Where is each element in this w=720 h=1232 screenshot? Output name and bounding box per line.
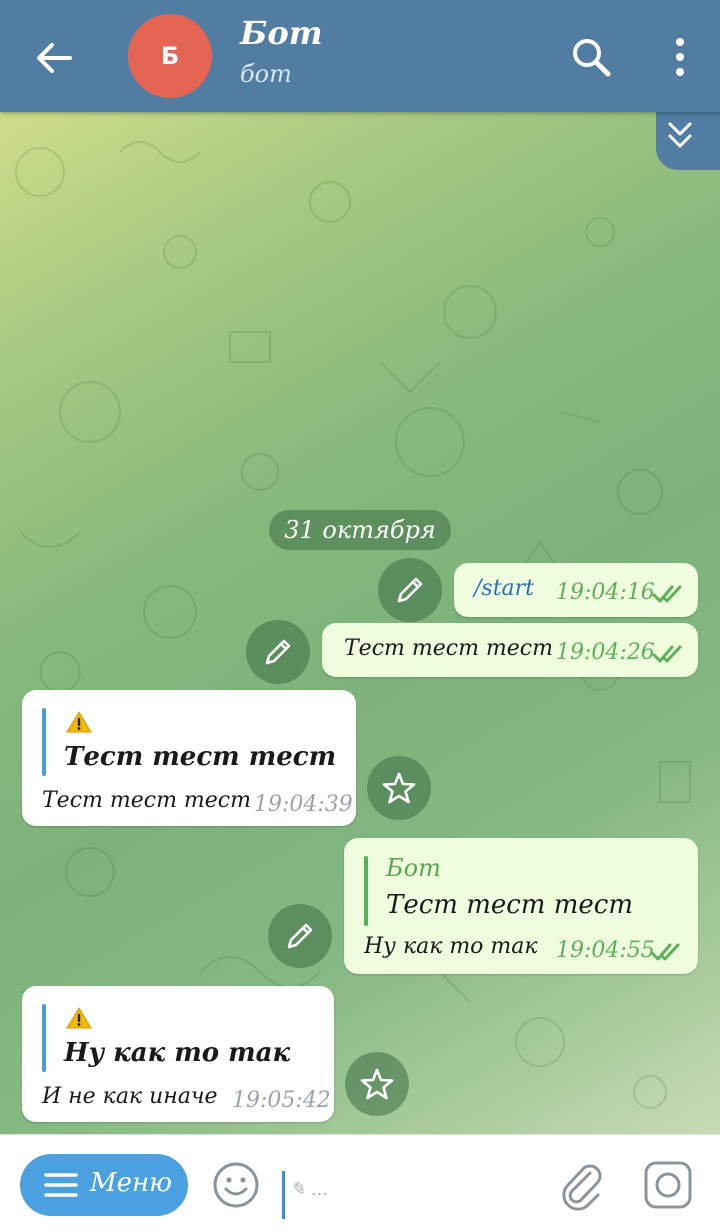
reply-bar	[364, 856, 368, 926]
message-bubble-in[interactable]: Ну как то так И не как иначе 19:05:42	[22, 986, 334, 1122]
message-text: И не как иначе	[42, 1084, 218, 1109]
chat-subtitle: бот	[240, 60, 292, 88]
scroll-down-button[interactable]	[656, 112, 720, 170]
message-input[interactable]: ✎ ...	[290, 1179, 328, 1200]
quote-title: Ну как то так	[64, 1038, 291, 1068]
double-check-icon	[652, 645, 682, 663]
quote-bar	[42, 1004, 46, 1072]
bot-menu-button[interactable]: Меню	[20, 1154, 188, 1216]
message-text: Тест тест тест	[42, 788, 251, 813]
more-vert-icon[interactable]	[660, 34, 700, 80]
chat-header: Б Бот бот	[0, 0, 720, 112]
message-time: 19:04:26	[556, 640, 655, 665]
search-icon[interactable]	[568, 34, 614, 80]
back-arrow-icon[interactable]	[30, 34, 78, 82]
reply-author[interactable]: Бот	[386, 854, 441, 882]
message-text: Тест тест тест	[344, 636, 553, 661]
emoji-icon[interactable]	[210, 1159, 262, 1211]
bot-command-link[interactable]: /start	[474, 576, 534, 601]
edit-button[interactable]	[246, 620, 310, 684]
message-bubble-out[interactable]: Тест тест тест 19:04:26	[322, 623, 698, 677]
message-input-bar: Меню ✎ ...	[0, 1134, 720, 1232]
message-time: 19:04:55	[556, 938, 655, 963]
edit-button[interactable]	[378, 558, 442, 622]
favorite-button[interactable]	[367, 756, 431, 820]
pencil-icon	[397, 577, 423, 603]
input-placeholder: ...	[310, 1179, 328, 1200]
chat-title[interactable]: Бот	[240, 14, 323, 52]
favorite-button[interactable]	[345, 1052, 409, 1116]
warning-icon	[66, 711, 92, 733]
text-caret	[282, 1171, 285, 1219]
avatar[interactable]: Б	[128, 14, 212, 98]
camera-icon[interactable]	[640, 1157, 696, 1213]
double-check-icon	[652, 585, 682, 603]
pencil-icon	[265, 639, 291, 665]
menu-label: Меню	[90, 1168, 173, 1198]
pencil-small-icon: ✎	[290, 1179, 306, 1200]
message-bubble-out[interactable]: Бот Тест тест тест Ну как то так 19:04:5…	[344, 838, 698, 974]
warning-icon	[66, 1007, 92, 1029]
quote-title: Тест тест тест	[64, 742, 337, 772]
message-time: 19:05:42	[232, 1088, 331, 1113]
double-check-icon	[650, 943, 680, 961]
message-text: Ну как то так	[364, 934, 538, 959]
star-icon	[360, 1068, 394, 1100]
reply-text[interactable]: Тест тест тест	[386, 890, 633, 920]
message-time: 19:04:39	[254, 792, 353, 817]
chevron-double-down-icon	[668, 122, 692, 148]
star-icon	[382, 772, 416, 804]
message-time: 19:04:16	[556, 580, 655, 605]
quote-bar	[42, 708, 46, 776]
menu-lines-icon	[44, 1173, 78, 1197]
pencil-icon	[287, 923, 313, 949]
message-bubble-in[interactable]: Тест тест тест Тест тест тест 19:04:39	[22, 690, 356, 826]
date-separator: 31 октября	[269, 510, 451, 550]
edit-button[interactable]	[268, 904, 332, 968]
attach-icon[interactable]	[556, 1159, 608, 1211]
message-bubble-out[interactable]: /start 19:04:16	[454, 563, 698, 617]
